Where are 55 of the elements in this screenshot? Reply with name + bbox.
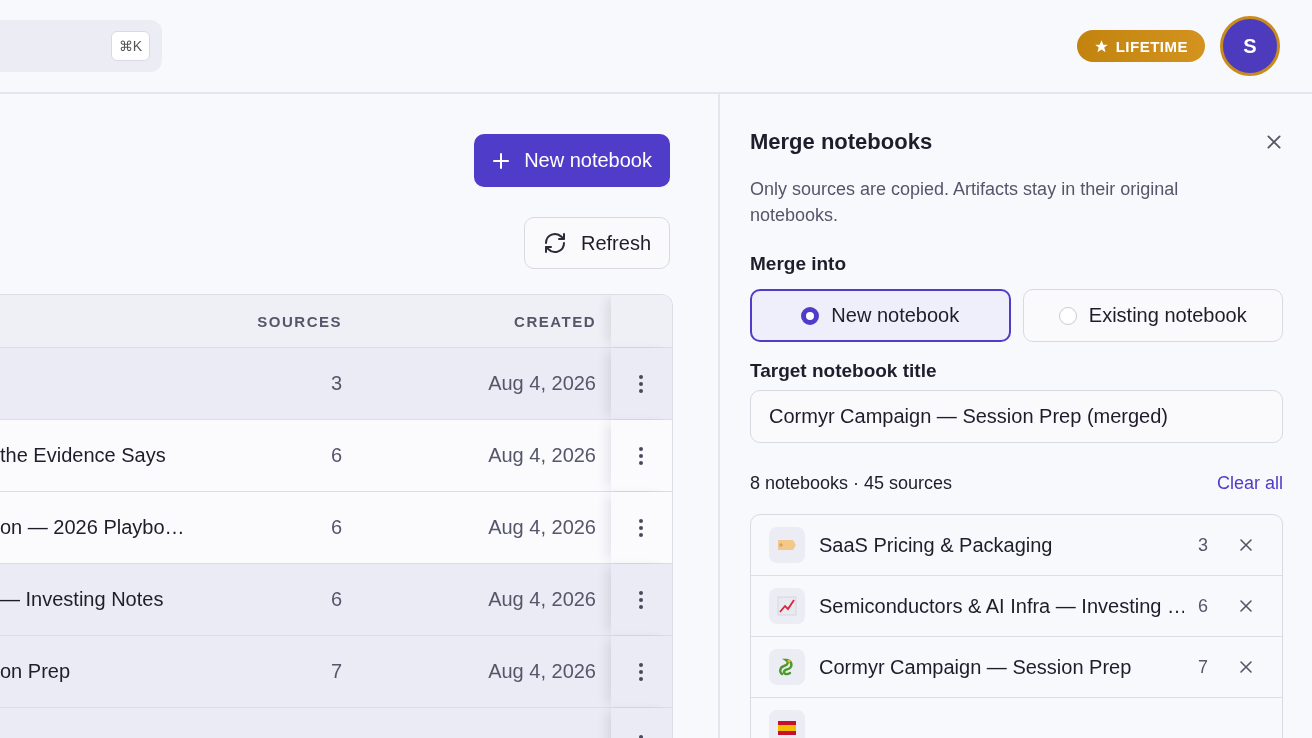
close-icon[interactable]: [1265, 133, 1283, 151]
column-header: CREATED: [513, 312, 597, 330]
refresh-button[interactable]: Refresh: [523, 217, 670, 269]
user-avatar[interactable]: S: [1220, 16, 1280, 76]
radio-option[interactable]: Existing notebook: [1022, 289, 1283, 342]
notebook-name: on — 2026 Playbo…: [0, 516, 185, 538]
table-row[interactable]: — Investing Notes 6 Aug 4, 2026: [0, 563, 672, 635]
remove-icon[interactable]: [1238, 598, 1254, 614]
panel-description: Only sources are copied. Artifacts stay in their original notebooks.: [750, 178, 1180, 227]
sources-cell-text: 6: [329, 588, 342, 611]
title-input[interactable]: Cormyr Campaign — Session Prep (merged): [750, 390, 1283, 443]
plan-badge: LIFETIME: [1076, 30, 1205, 62]
field-label: Merge into: [750, 253, 848, 275]
more-icon[interactable]: [638, 589, 644, 610]
date-cell-text: Aug 4, 2026: [487, 516, 597, 539]
date-cell-text: Aug 4, 2026: [487, 444, 597, 467]
table-row[interactable]: on — 2026 Playbo… 6 Aug 4, 2026: [0, 491, 672, 563]
source-count: 6: [1198, 595, 1208, 617]
panel-title: Merge notebooks: [750, 129, 933, 155]
remove-icon[interactable]: [1238, 537, 1254, 553]
table-row[interactable]: on Prep 7 Aug 4, 2026: [0, 635, 672, 707]
notebook-title: SaaS Pricing & Packaging: [819, 533, 1054, 557]
search-field[interactable]: ⌘K: [0, 20, 162, 72]
notebook-name: on Prep: [0, 660, 71, 682]
source-count: 3: [1198, 534, 1208, 556]
source-count: 7: [1198, 656, 1208, 678]
sources-cell-text: 6: [329, 516, 342, 539]
more-icon[interactable]: [638, 661, 644, 682]
selection-summary: 8 notebooks · 45 sources: [750, 473, 953, 494]
sources-cell-text: 6: [329, 444, 342, 467]
more-icon[interactable]: [638, 517, 644, 538]
date-cell-text: Aug 4, 2026: [487, 372, 597, 395]
shortcut-key: ⌘K: [110, 31, 150, 61]
notebook-title: Cormyr Campaign — Session Prep: [819, 655, 1133, 679]
remove-icon[interactable]: [1238, 659, 1254, 675]
more-icon[interactable]: [638, 373, 644, 394]
table-row[interactable]: 3 Aug 4, 2026: [0, 347, 672, 419]
refresh-icon: [542, 231, 567, 255]
clear-all-link[interactable]: Clear all: [1216, 473, 1283, 494]
notebook-title: Semiconductors & AI Infra — Investing …: [819, 594, 1184, 618]
notebook-name: the Evidence Says: [0, 444, 166, 466]
field-label: Target notebook title: [750, 360, 938, 382]
sources-cell-text: 7: [329, 660, 342, 683]
star-icon: [1093, 38, 1109, 54]
chart-icon: [776, 595, 798, 617]
sources-cell-text: 3: [329, 372, 342, 395]
column-header: SOURCES: [256, 312, 342, 330]
radio-option[interactable]: New notebook: [750, 289, 1011, 342]
plus-icon: [492, 151, 511, 170]
date-cell-text: Aug 4, 2026: [487, 588, 597, 611]
date-cell-text: Aug 4, 2026: [487, 660, 597, 683]
more-icon[interactable]: [638, 445, 644, 466]
new-notebook-button[interactable]: New notebook: [474, 134, 670, 187]
notebook-name: — Investing Notes: [0, 588, 164, 610]
table-row[interactable]: the Evidence Says 6 Aug 4, 2026: [0, 419, 672, 491]
